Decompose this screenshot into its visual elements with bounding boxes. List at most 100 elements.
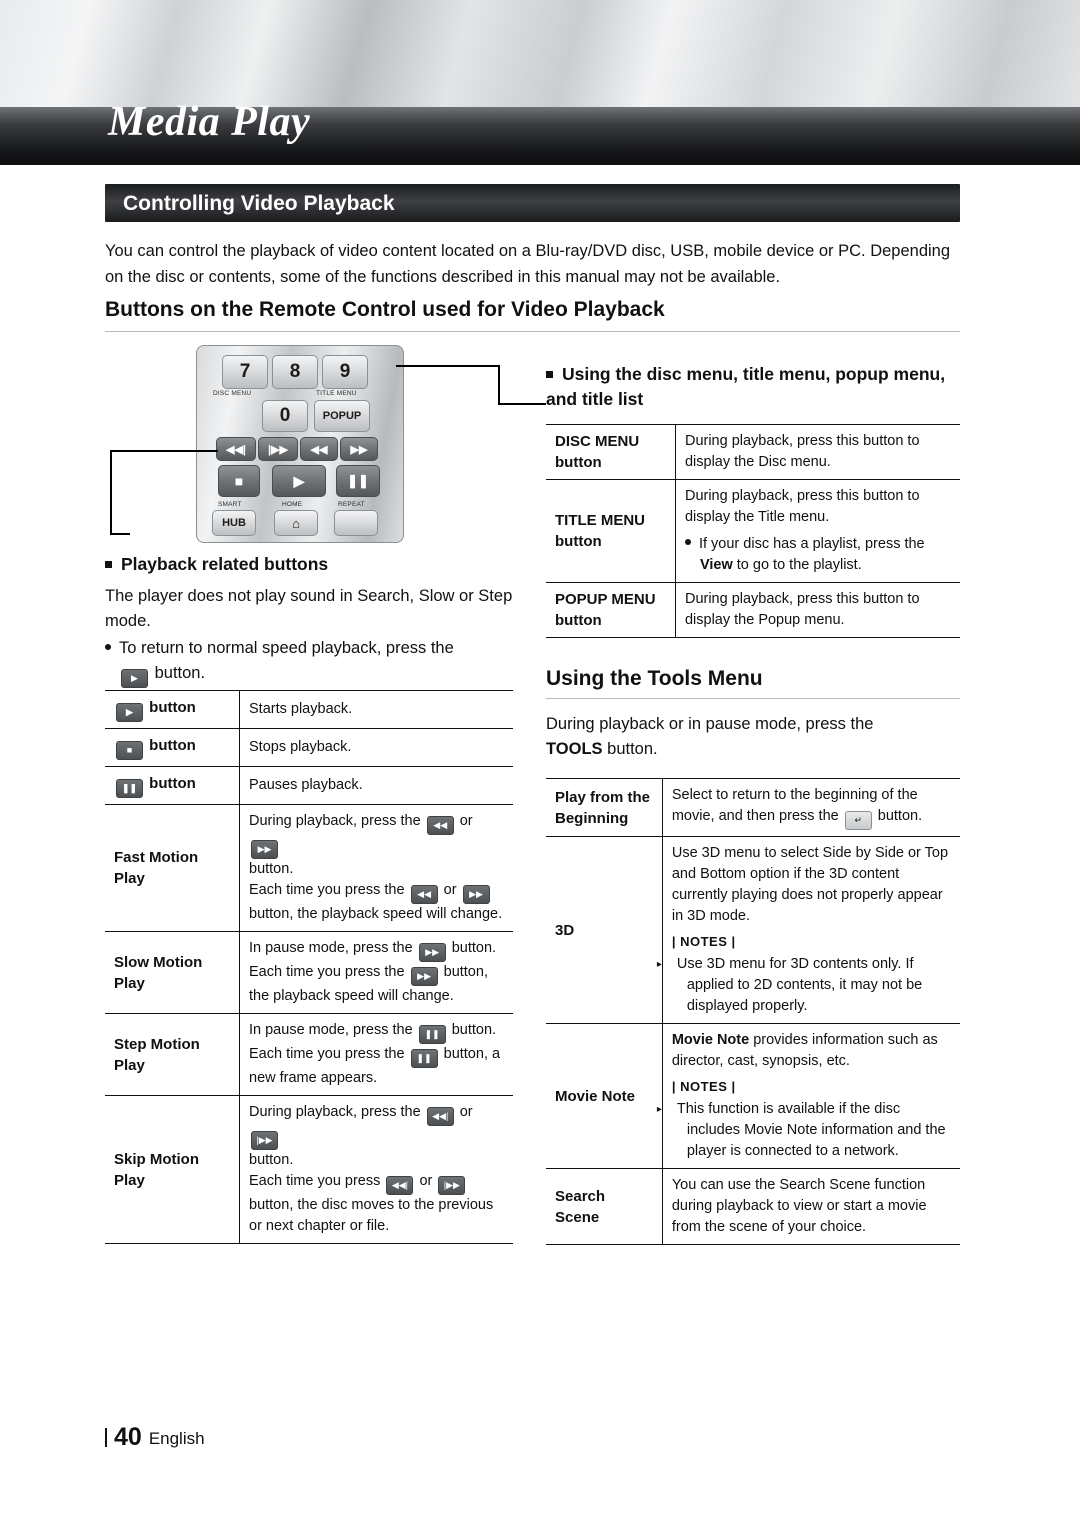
skip-forward-icon: |▶▶ xyxy=(251,1131,278,1150)
row-desc-search-scene: You can use the Search Scene function du… xyxy=(662,1168,960,1245)
connector-line-left xyxy=(110,450,112,535)
row-label-fast-motion: Fast Motion Play xyxy=(105,804,240,932)
table-row: Movie Note Movie Note provides informati… xyxy=(546,1023,960,1169)
remote-key-play: ▶ xyxy=(272,465,326,497)
row-desc-3d: Use 3D menu to select Side by Side or To… xyxy=(656,836,960,1024)
fast-forward-icon: ▶▶ xyxy=(418,943,446,962)
row-label-slow-motion: Slow Motion Play xyxy=(105,931,240,1014)
pause-icon: ❚❚ xyxy=(116,779,143,798)
row-label-3d: 3D xyxy=(546,836,663,1024)
page-number: 40 xyxy=(114,1423,142,1451)
table-row: POPUP MENU button During playback, press… xyxy=(546,582,960,638)
heading-tools-menu: Using the Tools Menu xyxy=(546,667,960,699)
row-label-play: ▶ button xyxy=(105,690,240,729)
notes-label: | NOTES | xyxy=(671,1079,736,1094)
remote-key-hub: HUB xyxy=(212,510,256,536)
remote-key-home: ⌂ xyxy=(274,510,318,536)
remote-key-repeat xyxy=(334,510,378,536)
remote-label-disc-menu: DISC MENU xyxy=(213,390,252,397)
table-row: 3D Use 3D menu to select Side by Side or… xyxy=(546,836,960,1024)
bullet-playback-related: Playback related buttons xyxy=(105,552,525,577)
table-row: Play from the Beginning Select to return… xyxy=(546,778,960,837)
remote-control-illustration: 7 8 9 DISC MENU TITLE MENU 0 POPUP ◀◀| |… xyxy=(110,345,546,545)
row-label-disc-menu-button: DISC MENU button xyxy=(546,424,676,480)
remote-key-pause: ❚❚ xyxy=(336,465,380,497)
remote-key-0: 0 xyxy=(262,400,308,432)
dot-bullet-icon xyxy=(684,539,691,545)
note-item: ▸ This function is available if the disc … xyxy=(656,1101,946,1159)
remote-label-home: HOME xyxy=(282,501,303,508)
row-label-play-from-beginning: Play from the Beginning xyxy=(546,778,663,837)
stop-icon: ■ xyxy=(116,741,143,760)
playback-dot-line: To return to normal speed playback, pres… xyxy=(105,636,520,688)
remote-key-skip-forward: |▶▶ xyxy=(258,437,298,461)
remote-key-9: 9 xyxy=(322,355,368,389)
skip-forward-icon: |▶▶ xyxy=(438,1176,466,1195)
connector-line-left-bottom xyxy=(110,533,130,535)
pause-icon: ❚❚ xyxy=(418,1025,446,1044)
rewind-icon: ◀◀ xyxy=(426,816,454,835)
playback-buttons-table: ▶ button Starts playback. ■ button Stops… xyxy=(105,690,513,1244)
note-item: ▸ Use 3D menu for 3D contents only. If ap… xyxy=(656,956,923,1014)
row-label-movie-note: Movie Note xyxy=(546,1023,663,1169)
row-desc-slow-motion: In pause mode, press the ▶▶ button. Each… xyxy=(239,931,513,1014)
row-desc-disc-menu: During playback, press this button to di… xyxy=(675,424,960,480)
intro-paragraph: You can control the playback of video co… xyxy=(105,242,951,286)
table-row: DISC MENU button During playback, press … xyxy=(546,424,960,480)
table-row: Step Motion Play In pause mode, press th… xyxy=(105,1013,513,1096)
notes-label: | NOTES | xyxy=(671,934,736,949)
row-label-title-menu-button: TITLE MENU button xyxy=(546,479,676,583)
remote-key-8: 8 xyxy=(272,355,318,389)
playback-paragraph: The player does not play sound in Search… xyxy=(105,587,513,630)
table-row: ■ button Stops playback. xyxy=(105,728,513,767)
remote-label-title-menu: TITLE MENU xyxy=(316,390,357,397)
fast-forward-icon: ▶▶ xyxy=(410,967,438,986)
table-row: TITLE MENU button During playback, press… xyxy=(546,479,960,583)
row-desc-title-menu: During playback, press this button to di… xyxy=(675,479,960,583)
connector-line-top xyxy=(396,365,500,367)
row-desc-skip-motion: During playback, press the ◀◀| or |▶▶ bu… xyxy=(239,1095,513,1244)
remote-key-7: 7 xyxy=(222,355,268,389)
footer-rule xyxy=(105,1428,107,1447)
row-label-search-scene: Search Scene xyxy=(546,1168,663,1245)
row-desc-popup-menu: During playback, press this button to di… xyxy=(675,582,960,638)
tools-intro: During playback or in pause mode, press … xyxy=(546,715,874,758)
bullet-using-disc-menu: Using the disc menu, title menu, popup m… xyxy=(546,364,946,409)
chapter-title: Media Play xyxy=(108,99,311,145)
remote-key-rewind: ◀◀ xyxy=(300,437,338,461)
square-bullet-icon xyxy=(105,561,112,568)
section-title-bar: Controlling Video Playback xyxy=(105,184,960,222)
page-footer: 40 English xyxy=(105,1423,205,1452)
row-label-stop: ■ button xyxy=(105,728,240,767)
disc-menu-table: DISC MENU button During playback, press … xyxy=(546,424,960,638)
table-row: ❚❚ button Pauses playback. xyxy=(105,766,513,805)
remote-key-fastforward: ▶▶ xyxy=(340,437,378,461)
skip-back-icon: ◀◀| xyxy=(426,1107,454,1126)
connector-line-top-h2 xyxy=(498,403,546,405)
row-desc-stop: Stops playback. xyxy=(239,728,513,767)
play-icon: ▶ xyxy=(116,703,143,722)
connector-line-top-v xyxy=(498,365,500,405)
row-label-step-motion: Step Motion Play xyxy=(105,1013,240,1096)
fast-forward-icon: ▶▶ xyxy=(462,885,490,904)
row-desc-movie-note: Movie Note provides information such as … xyxy=(656,1023,960,1169)
pause-icon: ❚❚ xyxy=(410,1049,438,1068)
table-row: ▶ button Starts playback. xyxy=(105,690,513,729)
row-desc-play: Starts playback. xyxy=(239,690,513,729)
remote-key-stop: ■ xyxy=(218,465,260,497)
remote-key-skip-back: ◀◀| xyxy=(216,437,256,461)
row-label-pause: ❚❚ button xyxy=(105,766,240,805)
remote-key-popup: POPUP xyxy=(314,400,370,432)
fast-forward-icon: ▶▶ xyxy=(251,840,278,859)
row-desc-pause: Pauses playback. xyxy=(239,766,513,805)
page-language: English xyxy=(148,1429,205,1448)
dot-bullet-icon xyxy=(105,644,111,650)
play-icon: ▶ xyxy=(121,669,148,688)
skip-back-icon: ◀◀| xyxy=(386,1176,414,1195)
connector-line-left-h xyxy=(110,450,218,452)
rewind-icon: ◀◀ xyxy=(410,885,438,904)
section-title: Controlling Video Playback xyxy=(123,192,395,215)
table-row: Search Scene You can use the Search Scen… xyxy=(546,1168,960,1245)
row-desc-step-motion: In pause mode, press the ❚❚ button. Each… xyxy=(239,1013,513,1096)
row-label-skip-motion: Skip Motion Play xyxy=(105,1095,240,1244)
